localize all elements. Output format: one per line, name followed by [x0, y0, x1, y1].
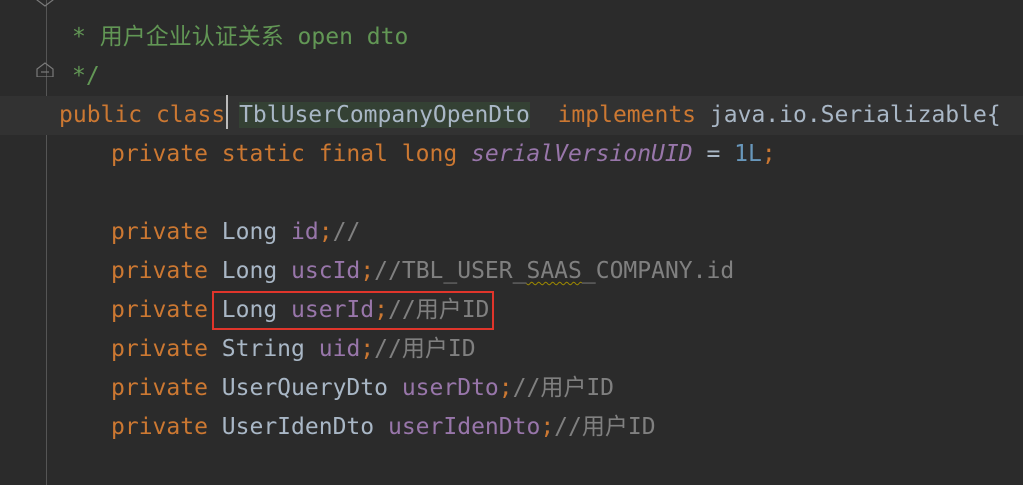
- serial-value: 1L: [734, 141, 762, 167]
- doc-comment-end: */: [72, 63, 100, 89]
- keyword-public: public: [59, 102, 143, 128]
- class-name[interactable]: TblUserCompanyOpenDto: [239, 102, 530, 128]
- field-type[interactable]: UserIdenDto: [222, 414, 374, 440]
- field-comment: //用户ID: [512, 375, 615, 401]
- field-semicolon: ;: [360, 258, 375, 284]
- code-line-doc-comment-end[interactable]: */: [0, 57, 1023, 96]
- field-declaration: private Long uscId;//TBL_USER_SAAS_COMPA…: [111, 252, 734, 291]
- field-semicolon: ;: [498, 375, 513, 401]
- field-modifier: private: [111, 336, 208, 362]
- serial-field-name[interactable]: serialVersionUID: [471, 141, 693, 167]
- field-name[interactable]: userDto: [402, 375, 499, 401]
- text-caret: [226, 95, 228, 129]
- code-line-serial[interactable]: private static final long serialVersionU…: [0, 135, 1023, 174]
- class-declaration: public class TblUserCompanyOpenDto imple…: [59, 96, 1001, 135]
- serial-declaration: private static final long serialVersionU…: [111, 135, 776, 174]
- open-brace: {: [986, 102, 1001, 128]
- code-line-class-declaration[interactable]: public class TblUserCompanyOpenDto imple…: [0, 96, 1023, 135]
- field-comment-prefix: //TBL_USER_: [374, 258, 527, 284]
- keyword-implements: implements: [557, 102, 697, 128]
- field-comment: //用户ID: [374, 336, 476, 362]
- field-declaration: private Long id;//: [111, 213, 360, 252]
- interface-name[interactable]: java.io.Serializable: [710, 102, 987, 128]
- code-line-field-userid[interactable]: private Long userId;//用户ID: [0, 291, 1023, 330]
- field-comment: //: [332, 219, 361, 245]
- field-modifier: private: [111, 219, 208, 245]
- code-line-field-uid[interactable]: private String uid;//用户ID: [0, 330, 1023, 369]
- field-semicolon: ;: [360, 336, 375, 362]
- highlight-annotation-box: [212, 291, 494, 330]
- field-type[interactable]: String: [222, 336, 305, 362]
- doc-comment-text: * 用户企业认证关系 open dto: [72, 24, 409, 50]
- field-declaration: private UserQueryDto userDto;//用户ID: [111, 369, 614, 408]
- field-semicolon: ;: [540, 414, 555, 440]
- field-type[interactable]: Long: [222, 258, 277, 284]
- code-line-field-id[interactable]: private Long id;//: [0, 213, 1023, 252]
- field-modifier: private: [111, 297, 208, 323]
- field-comment-typo: SAAS: [526, 258, 582, 284]
- field-declaration: private String uid;//用户ID: [111, 330, 476, 369]
- field-name[interactable]: userIdenDto: [388, 414, 540, 440]
- keyword-class: class: [155, 102, 226, 128]
- field-modifier: private: [111, 258, 208, 284]
- field-name[interactable]: uscId: [291, 258, 360, 284]
- field-name[interactable]: id: [291, 219, 319, 245]
- field-comment-suffix: _COMPANY.id: [581, 258, 735, 284]
- field-semicolon: ;: [318, 219, 333, 245]
- field-declaration: private UserIdenDto userIdenDto;//用户ID: [111, 408, 656, 447]
- field-type[interactable]: UserQueryDto: [222, 375, 388, 401]
- field-modifier: private: [111, 414, 208, 440]
- serial-equals: =: [692, 141, 735, 167]
- field-type[interactable]: Long: [222, 219, 277, 245]
- serial-semicolon: ;: [761, 141, 776, 167]
- code-line-field-userdto[interactable]: private UserQueryDto userDto;//用户ID: [0, 369, 1023, 408]
- field-name[interactable]: uid: [319, 336, 361, 362]
- field-modifier: private: [111, 375, 208, 401]
- code-editor[interactable]: * 用户企业认证关系 open dto */ public class TblU…: [0, 0, 1023, 485]
- code-line-field-uscid[interactable]: private Long uscId;//TBL_USER_SAAS_COMPA…: [0, 252, 1023, 291]
- code-line-doc-comment[interactable]: * 用户企业认证关系 open dto: [0, 18, 1023, 57]
- code-line-field-useridendto[interactable]: private UserIdenDto userIdenDto;//用户ID: [0, 408, 1023, 447]
- serial-modifiers: private static final long: [111, 141, 458, 167]
- field-comment: //用户ID: [554, 414, 656, 440]
- fold-end-icon[interactable]: [35, 0, 55, 8]
